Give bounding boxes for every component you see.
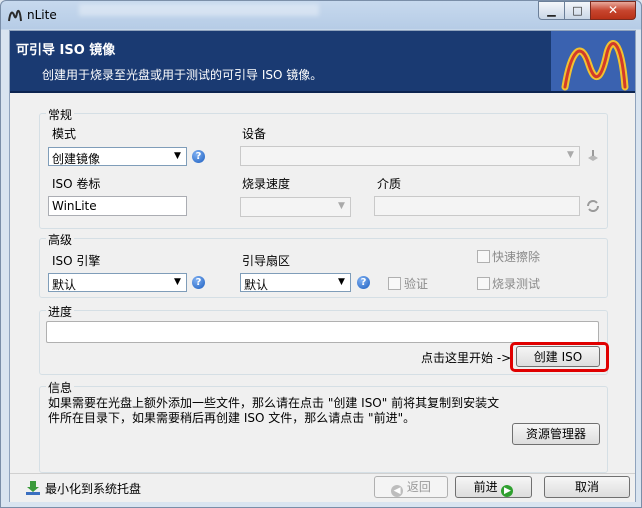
minimize-to-tray-link[interactable]: 最小化到系统托盘 xyxy=(45,480,141,497)
iso-engine-value: 默认 xyxy=(52,278,77,292)
explorer-button[interactable]: 资源管理器 xyxy=(512,423,600,445)
mode-help-icon[interactable]: ? xyxy=(192,150,205,163)
mode-select[interactable]: 创建镜像 ▼ xyxy=(48,147,187,166)
nlite-logo-icon xyxy=(8,9,22,22)
media-label: 介质 xyxy=(377,177,402,191)
boot-sector-help-icon[interactable]: ? xyxy=(357,276,370,289)
quick-erase-checkbox[interactable] xyxy=(477,250,490,263)
cancel-button[interactable]: 取消 xyxy=(544,476,630,498)
media-field xyxy=(374,196,580,216)
next-button[interactable]: 前进 ▶ xyxy=(455,476,532,498)
chevron-down-icon: ▼ xyxy=(567,150,574,160)
arrow-left-icon: ◀ xyxy=(391,485,404,497)
iso-engine-label: ISO 引擎 xyxy=(52,254,101,268)
chevron-down-icon: ▼ xyxy=(338,201,345,211)
advanced-legend: 高级 xyxy=(46,231,75,248)
close-button[interactable]: ✕ xyxy=(590,1,636,20)
minimize-button[interactable]: ▁ xyxy=(538,1,565,20)
info-text-line2: 件所在目录下，如果需要稍后再创建 ISO 文件，那么请点击 "前进"。 xyxy=(48,411,416,425)
create-iso-button[interactable]: 创建 ISO xyxy=(516,346,600,367)
iso-label-label: ISO 卷标 xyxy=(52,177,101,191)
title-bar[interactable]: nLite ▁ □ ✕ xyxy=(1,1,641,31)
minimize-to-tray-icon xyxy=(26,481,40,495)
start-hint-label: 点击这里开始 -> xyxy=(421,351,512,365)
device-select[interactable]: ▼ xyxy=(240,146,580,166)
arrow-right-icon: ▶ xyxy=(501,485,514,497)
iso-engine-select[interactable]: 默认 ▼ xyxy=(48,273,187,292)
burn-test-label: 烧录测试 xyxy=(492,277,541,291)
burn-test-checkbox[interactable] xyxy=(477,277,490,290)
verify-checkbox[interactable] xyxy=(388,277,401,290)
minimize-icon: ▁ xyxy=(547,4,556,17)
chevron-down-icon: ▼ xyxy=(174,277,181,287)
page-title: 可引导 ISO 镜像 xyxy=(16,43,116,58)
verify-label: 验证 xyxy=(404,277,429,291)
device-label: 设备 xyxy=(242,127,267,141)
boot-sector-label: 引导扇区 xyxy=(242,254,291,268)
general-legend: 常规 xyxy=(46,106,75,123)
mode-label: 模式 xyxy=(52,127,77,141)
next-button-label: 前进 xyxy=(473,480,498,494)
wizard-footer: 最小化到系统托盘 ◀ 返回 前进 ▶ 取消 xyxy=(10,473,635,502)
nlite-banner-logo-icon xyxy=(551,31,635,91)
window-title: nLite xyxy=(27,8,57,22)
burn-speed-select[interactable]: ▼ xyxy=(240,197,351,217)
chevron-down-icon: ▼ xyxy=(338,277,345,287)
page-body: 常规 模式 创建镜像 ▼ ? 设备 ▼ ISO 卷标 WinLite 烧录速度 xyxy=(10,93,635,473)
iso-label-input[interactable]: WinLite xyxy=(48,196,187,216)
chevron-down-icon: ▼ xyxy=(174,151,181,161)
boot-sector-value: 默认 xyxy=(244,278,269,292)
back-button[interactable]: ◀ 返回 xyxy=(374,476,448,498)
maximize-icon: □ xyxy=(572,4,583,17)
media-refresh-icon[interactable] xyxy=(585,198,601,214)
advanced-group: 高级 ISO 引擎 默认 ▼ ? 引导扇区 默认 ▼ ? 验证 快速擦除 烧录测… xyxy=(39,231,608,298)
iso-engine-help-icon[interactable]: ? xyxy=(192,276,205,289)
close-icon: ✕ xyxy=(607,3,619,17)
progress-bar xyxy=(46,321,599,343)
progress-legend: 进度 xyxy=(46,303,75,320)
page-subtitle: 创建用于烧录至光盘或用于测试的可引导 ISO 镜像。 xyxy=(42,68,323,82)
progress-group: 进度 点击这里开始 -> 创建 ISO xyxy=(39,303,609,375)
mode-select-value: 创建镜像 xyxy=(52,152,101,166)
boot-sector-select[interactable]: 默认 ▼ xyxy=(240,273,351,292)
nlite-window: nLite ▁ □ ✕ 可引导 ISO 镜像 创建用于烧录至光盘或用于测试的可引… xyxy=(0,0,642,508)
page-header: 可引导 ISO 镜像 创建用于烧录至光盘或用于测试的可引导 ISO 镜像。 xyxy=(10,31,635,93)
info-group: 信息 如果需要在光盘上额外添加一些文件，那么请在点击 "创建 ISO" 前将其复… xyxy=(39,379,608,473)
general-group: 常规 模式 创建镜像 ▼ ? 设备 ▼ ISO 卷标 WinLite 烧录速度 xyxy=(39,106,608,229)
wizard-panel: 可引导 ISO 镜像 创建用于烧录至光盘或用于测试的可引导 ISO 镜像。 常规… xyxy=(9,30,636,502)
quick-erase-label: 快速擦除 xyxy=(492,250,541,264)
maximize-button[interactable]: □ xyxy=(564,1,591,20)
back-button-label: 返回 xyxy=(406,480,431,494)
blurred-title-text xyxy=(79,4,319,16)
burn-speed-label: 烧录速度 xyxy=(242,177,291,191)
device-refresh-icon[interactable] xyxy=(586,149,600,163)
